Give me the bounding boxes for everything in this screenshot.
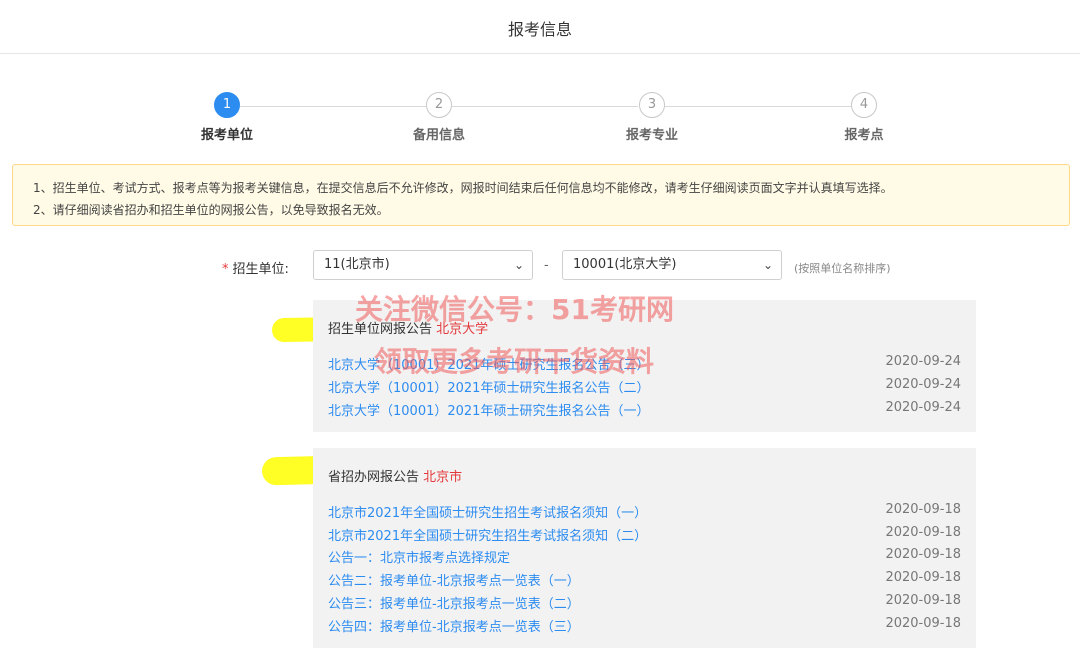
unit-announcements-panel: 招生单位网报公告 北京大学 北京大学（10001）2021年硕士研究生报名公告（… xyxy=(313,300,976,432)
step-number: 2 xyxy=(426,92,452,118)
announcement-date: 2020-09-18 xyxy=(885,525,961,540)
sort-note: (按照单位名称排序) xyxy=(794,262,891,275)
announcement-date: 2020-09-18 xyxy=(885,502,961,517)
announcement-link[interactable]: 北京市2021年全国硕士研究生招生考试报名须知（二） xyxy=(328,525,647,544)
panel-title-highlight: 北京市 xyxy=(423,470,463,485)
announcement-link[interactable]: 北京大学（10001）2021年硕士研究生报名公告（三） xyxy=(328,354,649,373)
panel-title-text: 招生单位网报公告 xyxy=(328,322,433,337)
announcement-link[interactable]: 公告一：北京市报考点选择规定 xyxy=(328,547,510,566)
unit-select[interactable]: 10001(北京大学) ⌄ xyxy=(562,250,782,280)
step-number: 1 xyxy=(214,92,240,118)
chevron-down-icon: ⌄ xyxy=(762,258,773,272)
announcement-link[interactable]: 公告四：报考单位-北京报考点一览表（三） xyxy=(328,616,580,635)
select-separator: - xyxy=(544,258,549,273)
unit-select-value: 10001(北京大学) xyxy=(573,257,677,272)
province-select[interactable]: 11(北京市) ⌄ xyxy=(313,250,533,280)
step-number: 3 xyxy=(639,92,665,118)
announcement-date: 2020-09-18 xyxy=(885,570,961,585)
unit-label: * 招生单位: xyxy=(222,258,289,277)
announcement-link[interactable]: 公告二：报考单位-北京报考点一览表（一） xyxy=(328,570,580,589)
notice-line: 2、请仔细阅读省招办和招生单位的网报公告，以免导致报名无效。 xyxy=(33,203,389,217)
panel-title: 省招办网报公告 北京市 xyxy=(328,466,462,485)
announcement-date: 2020-09-18 xyxy=(885,593,961,608)
page-title: 报考信息 xyxy=(507,20,572,39)
unit-label-text: 招生单位: xyxy=(232,262,289,277)
step-label: 报考单位 xyxy=(200,128,253,143)
announcement-date: 2020-09-24 xyxy=(885,377,961,392)
announcement-date: 2020-09-24 xyxy=(885,354,961,369)
panel-title: 招生单位网报公告 北京大学 xyxy=(328,318,488,337)
unit-selection-row: * 招生单位: 11(北京市) ⌄ - 10001(北京大学) ⌄ (按照单位名称… xyxy=(0,250,1080,280)
announcement-link[interactable]: 公告三：报考单位-北京报考点一览表（二） xyxy=(328,593,580,612)
province-announcements-panel: 省招办网报公告 北京市 北京市2021年全国硕士研究生招生考试报名须知（一） 2… xyxy=(313,448,976,648)
step-indicator: 1 报考单位 2 备用信息 3 报考专业 4 报考点 xyxy=(0,92,1080,143)
step-4[interactable]: 4 报考点 xyxy=(814,92,914,143)
announcement-link[interactable]: 北京市2021年全国硕士研究生招生考试报名须知（一） xyxy=(328,502,647,521)
page-header: 报考信息 xyxy=(0,0,1080,54)
step-label: 报考点 xyxy=(844,128,884,143)
announcement-link[interactable]: 北京大学（10001）2021年硕士研究生报名公告（二） xyxy=(328,377,649,396)
step-label: 备用信息 xyxy=(412,128,465,143)
step-3[interactable]: 3 报考专业 xyxy=(602,92,702,143)
notice-box: 1、招生单位、考试方式、报考点等为报考关键信息，在提交信息后不允许修改，网报时间… xyxy=(12,164,1070,226)
required-mark: * xyxy=(222,262,229,277)
panel-title-text: 省招办网报公告 xyxy=(328,470,420,485)
province-select-value: 11(北京市) xyxy=(324,257,390,272)
step-number: 4 xyxy=(851,92,877,118)
step-1[interactable]: 1 报考单位 xyxy=(177,92,277,143)
chevron-down-icon: ⌄ xyxy=(513,258,524,272)
announcement-date: 2020-09-18 xyxy=(885,616,961,631)
announcement-date: 2020-09-24 xyxy=(885,400,961,415)
panel-title-highlight: 北京大学 xyxy=(436,322,489,337)
announcement-date: 2020-09-18 xyxy=(885,547,961,562)
notice-line: 1、招生单位、考试方式、报考点等为报考关键信息，在提交信息后不允许修改，网报时间… xyxy=(33,181,893,195)
step-label: 报考专业 xyxy=(625,128,678,143)
step-2[interactable]: 2 备用信息 xyxy=(389,92,489,143)
announcement-link[interactable]: 北京大学（10001）2021年硕士研究生报名公告（一） xyxy=(328,400,649,419)
